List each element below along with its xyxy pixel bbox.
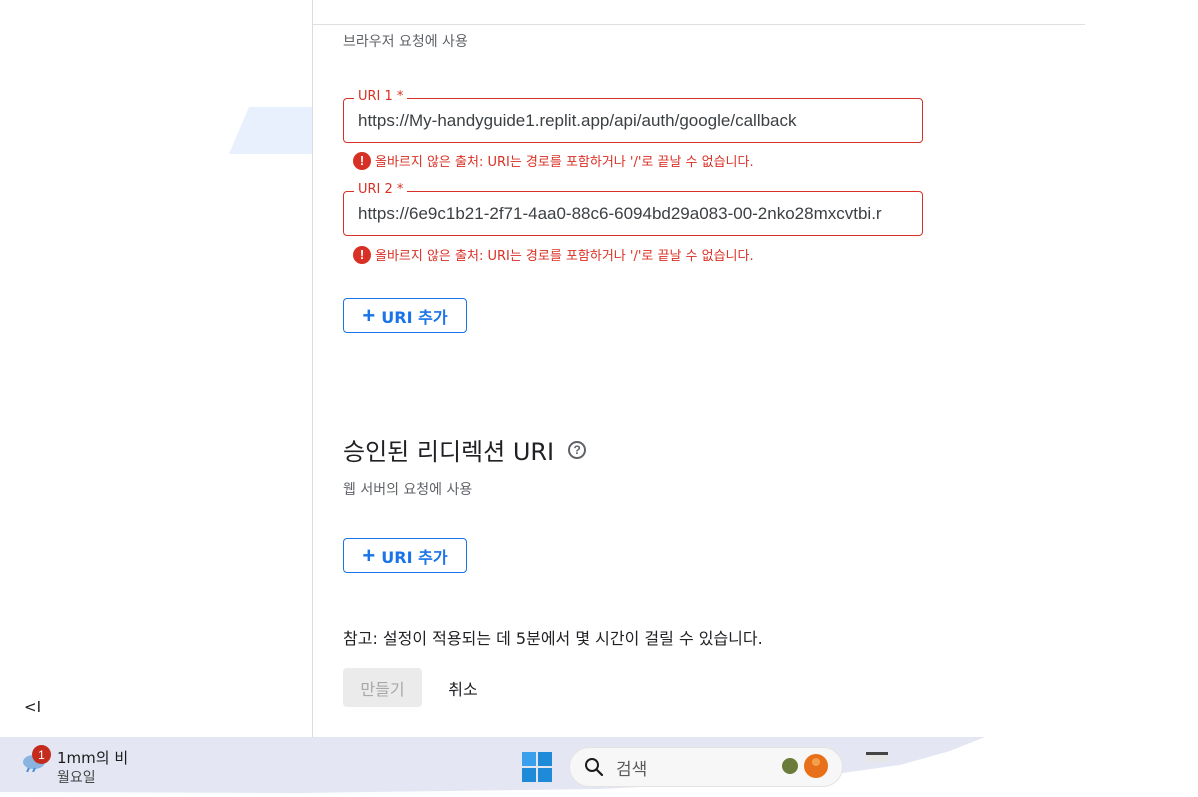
add-redirect-uri-label: URI 추가 — [381, 547, 448, 567]
collapse-sidebar-button[interactable]: <I — [24, 698, 41, 716]
uri-1-input[interactable]: https://My-handyguide1.replit.app/api/au… — [358, 99, 922, 142]
redirect-uris-title-text: 승인된 리디렉션 URI — [343, 438, 555, 466]
weather-badge: 1 — [32, 745, 51, 764]
weather-subtitle: 월요일 — [57, 770, 96, 786]
add-redirect-uri-button[interactable]: + URI 추가 — [343, 538, 467, 573]
error-icon: ! — [353, 151, 371, 170]
search-placeholder: 검색 — [616, 759, 648, 780]
help-icon[interactable]: ? — [568, 440, 587, 459]
plus-icon: + — [362, 302, 376, 328]
uri-1-error-text: 올바르지 않은 출처: URI는 경로를 포함하거나 '/'로 끝날 수 없습니… — [375, 155, 754, 170]
search-highlight-icon — [782, 754, 828, 778]
uri-1-field[interactable]: URI 1 * https://My-handyguide1.replit.ap… — [343, 89, 923, 143]
redirect-uris-hint: 웹 서버의 요청에 사용 — [343, 482, 473, 498]
sidebar-divider — [312, 0, 313, 737]
add-origin-uri-label: URI 추가 — [381, 307, 448, 327]
error-icon: ! — [353, 245, 371, 264]
uri-2-field[interactable]: URI 2 * https://6e9c1b21-2f71-4aa0-88c6-… — [343, 182, 923, 236]
cancel-button[interactable]: 취소 — [432, 668, 494, 707]
section-divider — [313, 24, 1085, 25]
plus-icon: + — [362, 542, 376, 568]
uri-2-input[interactable]: https://6e9c1b21-2f71-4aa0-88c6-6094bd29… — [358, 192, 922, 235]
add-origin-uri-button[interactable]: + URI 추가 — [343, 298, 467, 333]
weather-title[interactable]: 1mm의 비 — [57, 747, 128, 768]
windows-logo-icon[interactable] — [522, 752, 552, 782]
tray-icon[interactable] — [866, 752, 888, 762]
create-button[interactable]: 만들기 — [343, 668, 422, 707]
uri-2-error-text: 올바르지 않은 출처: URI는 경로를 포함하거나 '/'로 끝날 수 없습니… — [375, 249, 754, 264]
uri-1-error: ! 올바르지 않은 출처: URI는 경로를 포함하거나 '/'로 끝날 수 없… — [353, 151, 754, 170]
origins-hint: 브라우저 요청에 사용 — [343, 34, 468, 50]
uri-2-error: ! 올바르지 않은 출처: URI는 경로를 포함하거나 '/'로 끝날 수 없… — [353, 245, 754, 264]
redirect-uris-title: 승인된 리디렉션 URI ? — [343, 432, 587, 467]
search-icon — [585, 758, 604, 777]
decorative-panel — [229, 107, 313, 154]
settings-note: 참고: 설정이 적용되는 데 5분에서 몇 시간이 걸릴 수 있습니다. — [343, 629, 763, 648]
